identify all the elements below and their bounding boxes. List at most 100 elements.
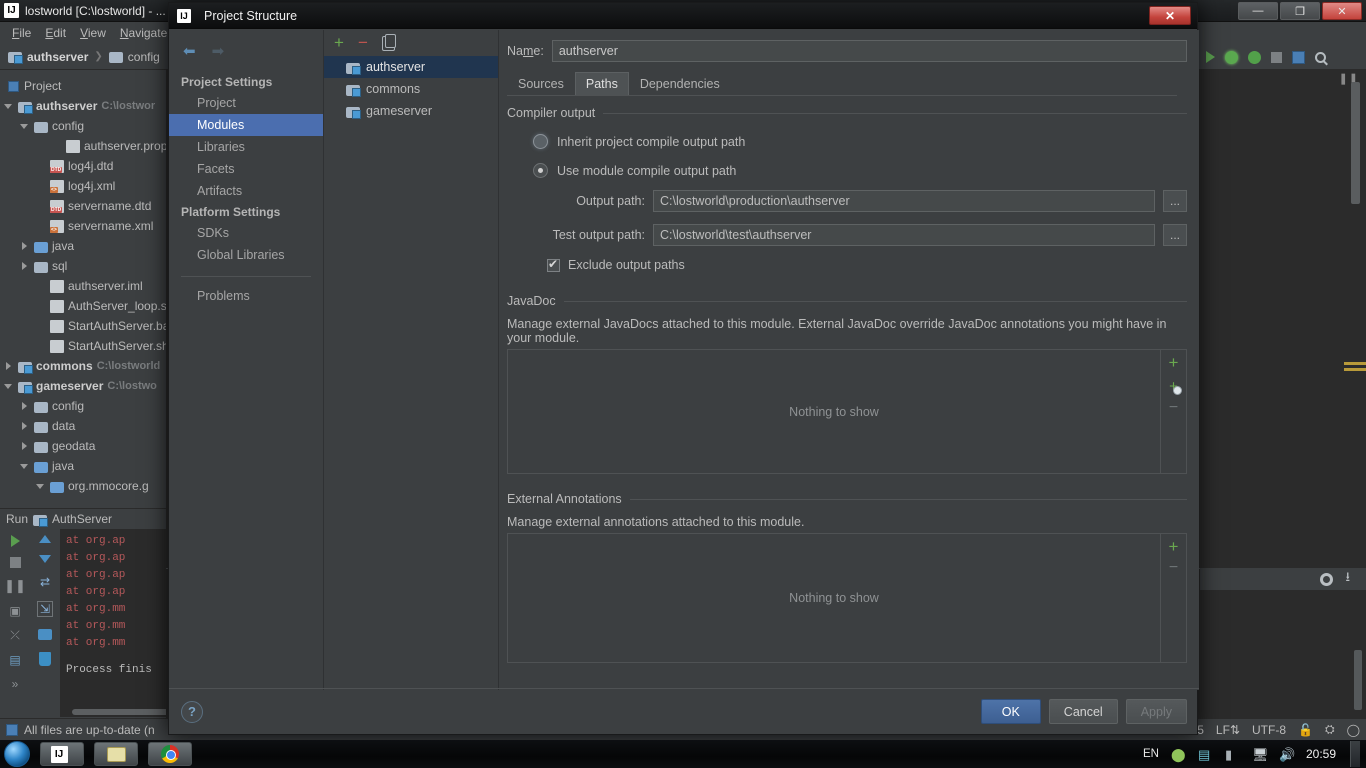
module-name-input[interactable] bbox=[551, 40, 1187, 62]
tree-node[interactable]: AuthServer_loop.sh bbox=[0, 296, 166, 316]
show-desktop-button[interactable] bbox=[1350, 741, 1360, 767]
stop-icon[interactable] bbox=[1271, 51, 1282, 63]
tree-toggle-collapsed-icon[interactable] bbox=[20, 441, 30, 451]
antivirus-icon[interactable]: ⬤ bbox=[1171, 747, 1186, 762]
tree-node[interactable]: <> log4j.xml bbox=[0, 176, 166, 196]
print-icon[interactable] bbox=[38, 629, 52, 640]
module-list-item[interactable]: gameserver bbox=[324, 100, 498, 122]
menu-file[interactable]: FFileile bbox=[6, 24, 37, 42]
maximize-button[interactable]: ❐ bbox=[1280, 2, 1320, 20]
tree-toggle-collapsed-icon[interactable] bbox=[20, 241, 30, 251]
soft-wrap-icon[interactable]: ⇄ bbox=[40, 575, 50, 589]
console-scrollbar[interactable] bbox=[1354, 650, 1362, 710]
inherit-output-row[interactable]: Inherit project compile output path bbox=[533, 134, 1187, 149]
keyboard-icon[interactable]: ▤ bbox=[1198, 747, 1213, 762]
tree-node[interactable]: config bbox=[0, 116, 166, 136]
rerun-icon[interactable] bbox=[10, 535, 20, 547]
tree-toggle-collapsed-icon[interactable] bbox=[4, 361, 14, 371]
mute-breakpoints-icon[interactable]: ⤫ bbox=[10, 628, 20, 643]
test-output-path-browse-button[interactable]: ... bbox=[1163, 224, 1187, 246]
close-button[interactable]: ✕ bbox=[1322, 2, 1362, 20]
tree-node[interactable]: config bbox=[0, 396, 166, 416]
output-path-browse-button[interactable]: ... bbox=[1163, 190, 1187, 212]
ok-button[interactable]: OK bbox=[980, 699, 1041, 724]
minimize-button[interactable]: — bbox=[1238, 2, 1278, 20]
exclude-output-row[interactable]: Exclude output paths bbox=[547, 257, 1187, 272]
editor-scrollbar[interactable] bbox=[1351, 82, 1360, 204]
sidebar-item-problems[interactable]: Problems bbox=[169, 285, 323, 307]
cancel-button[interactable]: Cancel bbox=[1048, 699, 1118, 724]
tree-node[interactable]: <> servername.xml bbox=[0, 216, 166, 236]
help-button[interactable]: ? bbox=[181, 700, 203, 723]
javadoc-remove-button[interactable]: − bbox=[1169, 400, 1178, 416]
menu-edit[interactable]: Edit bbox=[39, 24, 72, 42]
stop-icon[interactable] bbox=[9, 557, 21, 568]
tree-node[interactable]: DTD log4j.dtd bbox=[0, 156, 166, 176]
tree-toggle-collapsed-icon[interactable] bbox=[20, 401, 30, 411]
usb-device-icon[interactable]: ▮ bbox=[1225, 747, 1240, 762]
pause-icon[interactable]: ❚❚ bbox=[4, 578, 26, 594]
tree-node[interactable]: authserver.iml bbox=[0, 276, 166, 296]
output-path-input[interactable] bbox=[653, 190, 1155, 212]
tab-paths[interactable]: Paths bbox=[574, 72, 629, 96]
sidebar-item-libraries[interactable]: Libraries bbox=[169, 136, 323, 158]
inherit-output-radio[interactable] bbox=[533, 134, 548, 149]
tree-node[interactable]: commons C:\lostworld bbox=[0, 356, 166, 376]
breadcrumb-item-module[interactable]: authserver bbox=[8, 50, 88, 64]
expand-icon[interactable]: » bbox=[12, 677, 19, 691]
annotations-remove-button[interactable]: − bbox=[1169, 560, 1178, 576]
tree-toggle-expanded-icon[interactable] bbox=[20, 461, 30, 471]
clear-all-icon[interactable] bbox=[39, 652, 51, 666]
resume-icon[interactable]: ▣ bbox=[9, 604, 20, 618]
tree-toggle-expanded-icon[interactable] bbox=[20, 121, 30, 131]
tab-sources[interactable]: Sources bbox=[507, 72, 575, 96]
tree-node[interactable]: authserver C:\lostwor bbox=[0, 96, 166, 116]
sidebar-item-global-libraries[interactable]: Global Libraries bbox=[169, 244, 323, 266]
tree-toggle-expanded-icon[interactable] bbox=[36, 481, 46, 491]
menu-navigate[interactable]: Navigate bbox=[114, 24, 173, 42]
javadoc-add-library-button[interactable]: + bbox=[1169, 379, 1182, 395]
up-arrow-icon[interactable] bbox=[39, 535, 51, 543]
test-output-path-input[interactable] bbox=[653, 224, 1155, 246]
taskbar-item-explorer[interactable] bbox=[94, 742, 138, 766]
tree-node[interactable]: sql bbox=[0, 256, 166, 276]
debug-icon[interactable] bbox=[1225, 50, 1238, 64]
tree-node[interactable]: gameserver C:\lostwo bbox=[0, 376, 166, 396]
tree-node[interactable]: authserver.prop bbox=[0, 136, 166, 156]
tree-node[interactable]: java bbox=[0, 456, 166, 476]
down-arrow-icon[interactable] bbox=[39, 555, 51, 563]
taskbar-item-chrome[interactable] bbox=[148, 742, 192, 766]
apply-button[interactable]: Apply bbox=[1125, 699, 1187, 724]
use-module-output-radio[interactable] bbox=[533, 163, 548, 178]
exclude-output-checkbox[interactable] bbox=[547, 257, 560, 272]
forward-arrow-icon[interactable]: ➡ bbox=[212, 42, 225, 60]
use-module-output-row[interactable]: Use module compile output path bbox=[533, 163, 1187, 178]
console-hscrollbar[interactable] bbox=[72, 709, 166, 715]
start-button-icon[interactable] bbox=[4, 741, 30, 767]
menu-view[interactable]: View bbox=[74, 24, 112, 42]
tree-toggle-expanded-icon[interactable] bbox=[4, 381, 14, 391]
taskbar-item-intellij[interactable]: IJ bbox=[40, 742, 84, 766]
module-list-item[interactable]: commons bbox=[324, 78, 498, 100]
javadoc-add-button[interactable]: + bbox=[1169, 354, 1179, 371]
volume-icon[interactable]: 🔊 bbox=[1279, 747, 1295, 762]
tree-toggle-collapsed-icon[interactable] bbox=[20, 261, 30, 271]
sidebar-item-project[interactable]: Project bbox=[169, 92, 323, 114]
breadcrumb-item-folder[interactable]: config bbox=[108, 50, 160, 64]
run-console[interactable]: at org.ap at org.ap at org.ap at org.ap at o… bbox=[60, 529, 166, 717]
scroll-to-end-icon[interactable]: ⇲ bbox=[36, 601, 54, 617]
annotations-add-button[interactable]: + bbox=[1169, 538, 1179, 555]
tree-node[interactable]: DTD servername.dtd bbox=[0, 196, 166, 216]
coverage-icon[interactable] bbox=[1248, 50, 1261, 64]
run-icon[interactable] bbox=[1206, 51, 1215, 63]
language-indicator[interactable]: EN bbox=[1143, 748, 1159, 760]
settings-gear-icon[interactable] bbox=[1320, 572, 1334, 586]
tree-node[interactable]: StartAuthServer.bat bbox=[0, 316, 166, 336]
tree-toggle-expanded-icon[interactable] bbox=[4, 101, 14, 111]
tree-toggle-collapsed-icon[interactable] bbox=[20, 421, 30, 431]
tree-node[interactable]: data bbox=[0, 416, 166, 436]
external-annotations-list[interactable]: Nothing to show bbox=[507, 533, 1161, 663]
project-tree[interactable]: authserver C:\lostwor config authserver.pro… bbox=[0, 96, 166, 506]
file-encoding[interactable]: UTF-8 bbox=[1252, 723, 1286, 737]
sidebar-item-sdks[interactable]: SDKs bbox=[169, 222, 323, 244]
